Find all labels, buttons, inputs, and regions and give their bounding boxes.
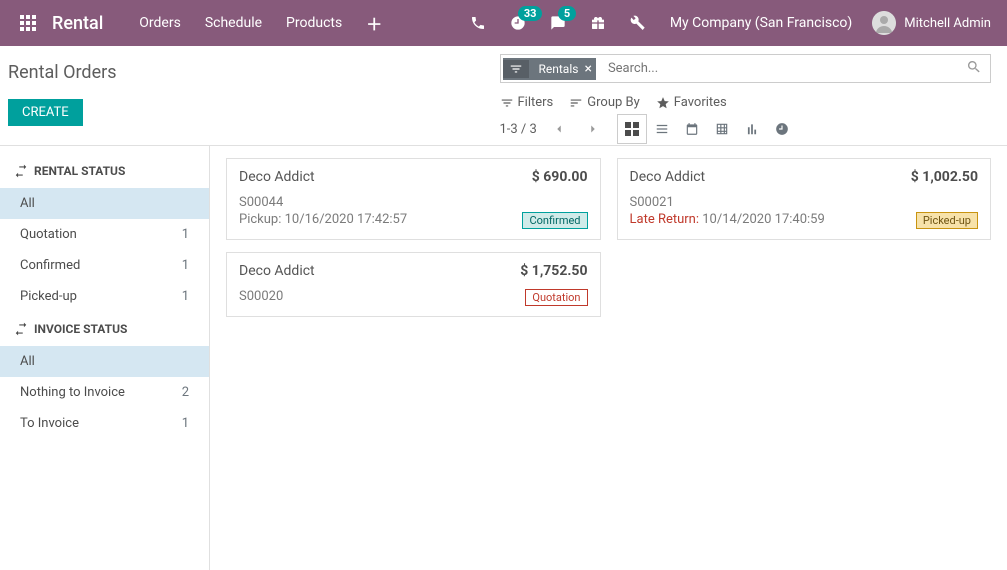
card-event-label: Late Return: [630, 212, 703, 227]
card-price: $ 690.00 [532, 169, 588, 185]
pager-prev-icon[interactable] [547, 117, 571, 141]
company-selector[interactable]: My Company (San Francisco) [658, 15, 864, 31]
clock-icon[interactable]: 33 [498, 0, 538, 46]
nav-schedule[interactable]: Schedule [193, 0, 274, 46]
status-badge: Picked-up [916, 212, 978, 229]
avatar [872, 11, 896, 35]
filter-icon [503, 60, 529, 78]
wrench-icon[interactable] [618, 0, 658, 46]
filter-item-pickedup[interactable]: Picked-up1 [0, 281, 209, 312]
card-event-label: Pickup: [239, 212, 285, 227]
card-customer: Deco Addict [630, 169, 706, 185]
nav-orders[interactable]: Orders [127, 0, 193, 46]
view-graph[interactable] [737, 114, 767, 144]
filter-sidebar: RENTAL STATUS All Quotation1 Confirmed1 … [0, 146, 210, 570]
card-price: $ 1,752.50 [520, 263, 587, 279]
search-bar[interactable]: Rentals × [500, 54, 992, 83]
chat-badge: 5 [558, 6, 576, 21]
app-name: Rental [52, 13, 103, 34]
phone-icon[interactable] [458, 0, 498, 46]
view-activity[interactable] [767, 114, 797, 144]
view-pivot[interactable] [707, 114, 737, 144]
facet-label: Rentals [539, 62, 579, 76]
filter-item-to-invoice[interactable]: To Invoice1 [0, 408, 209, 439]
filter-item-nothing-to-invoice[interactable]: Nothing to Invoice2 [0, 377, 209, 408]
filter-section-invoice-status[interactable]: INVOICE STATUS [0, 312, 209, 346]
gift-icon[interactable] [578, 0, 618, 46]
kanban-card[interactable]: Deco Addict $ 690.00 S00044 Pickup: 10/1… [226, 158, 601, 240]
pager-next-icon[interactable] [581, 117, 605, 141]
view-kanban[interactable] [617, 114, 647, 144]
kanban-card[interactable]: Deco Addict $ 1,752.50 S00020 Quotation [226, 252, 601, 317]
search-facet[interactable]: Rentals × [503, 58, 596, 80]
groupby-dropdown[interactable]: Group By [569, 91, 640, 114]
card-reference: S00044 [239, 195, 407, 212]
card-price: $ 1,002.50 [911, 169, 978, 185]
favorites-dropdown[interactable]: Favorites [656, 91, 727, 114]
card-reference: S00021 [630, 195, 825, 212]
breadcrumb: Rental Orders [8, 54, 500, 91]
view-calendar[interactable] [677, 114, 707, 144]
apps-menu-icon[interactable] [8, 0, 48, 46]
user-menu[interactable]: Mitchell Admin [864, 11, 999, 35]
filter-item-confirmed[interactable]: Confirmed1 [0, 250, 209, 281]
nav-products[interactable]: Products [274, 0, 354, 46]
card-event-date: 10/14/2020 17:40:59 [702, 212, 825, 227]
filter-item-quotation[interactable]: Quotation1 [0, 219, 209, 250]
pager: 1-3 / 3 [500, 117, 605, 141]
top-navbar: Rental Orders Schedule Products ＋ 33 5 M… [0, 0, 1007, 46]
facet-remove-icon[interactable]: × [584, 61, 591, 77]
card-customer: Deco Addict [239, 263, 315, 279]
plus-icon[interactable]: ＋ [354, 0, 394, 46]
card-customer: Deco Addict [239, 169, 315, 185]
card-reference: S00020 [239, 289, 283, 306]
pager-value[interactable]: 1-3 / 3 [500, 122, 537, 137]
create-button[interactable]: CREATE [8, 99, 83, 126]
control-panel: Rental Orders CREATE Rentals × Filters [0, 46, 1007, 146]
search-icon[interactable] [958, 59, 990, 79]
chat-icon[interactable]: 5 [538, 0, 578, 46]
view-list[interactable] [647, 114, 677, 144]
filter-section-rental-status[interactable]: RENTAL STATUS [0, 154, 209, 188]
filter-item-all-invoice[interactable]: All [0, 346, 209, 377]
kanban-card[interactable]: Deco Addict $ 1,002.50 S00021 Late Retur… [617, 158, 992, 240]
card-event-date: 10/16/2020 17:42:57 [285, 212, 408, 227]
user-name: Mitchell Admin [904, 16, 991, 31]
search-input[interactable] [598, 55, 958, 82]
filter-item-all-rental[interactable]: All [0, 188, 209, 219]
kanban-content: Deco Addict $ 690.00 S00044 Pickup: 10/1… [210, 146, 1007, 570]
status-badge: Quotation [525, 289, 587, 306]
filters-dropdown[interactable]: Filters [500, 91, 554, 114]
status-badge: Confirmed [522, 212, 587, 229]
